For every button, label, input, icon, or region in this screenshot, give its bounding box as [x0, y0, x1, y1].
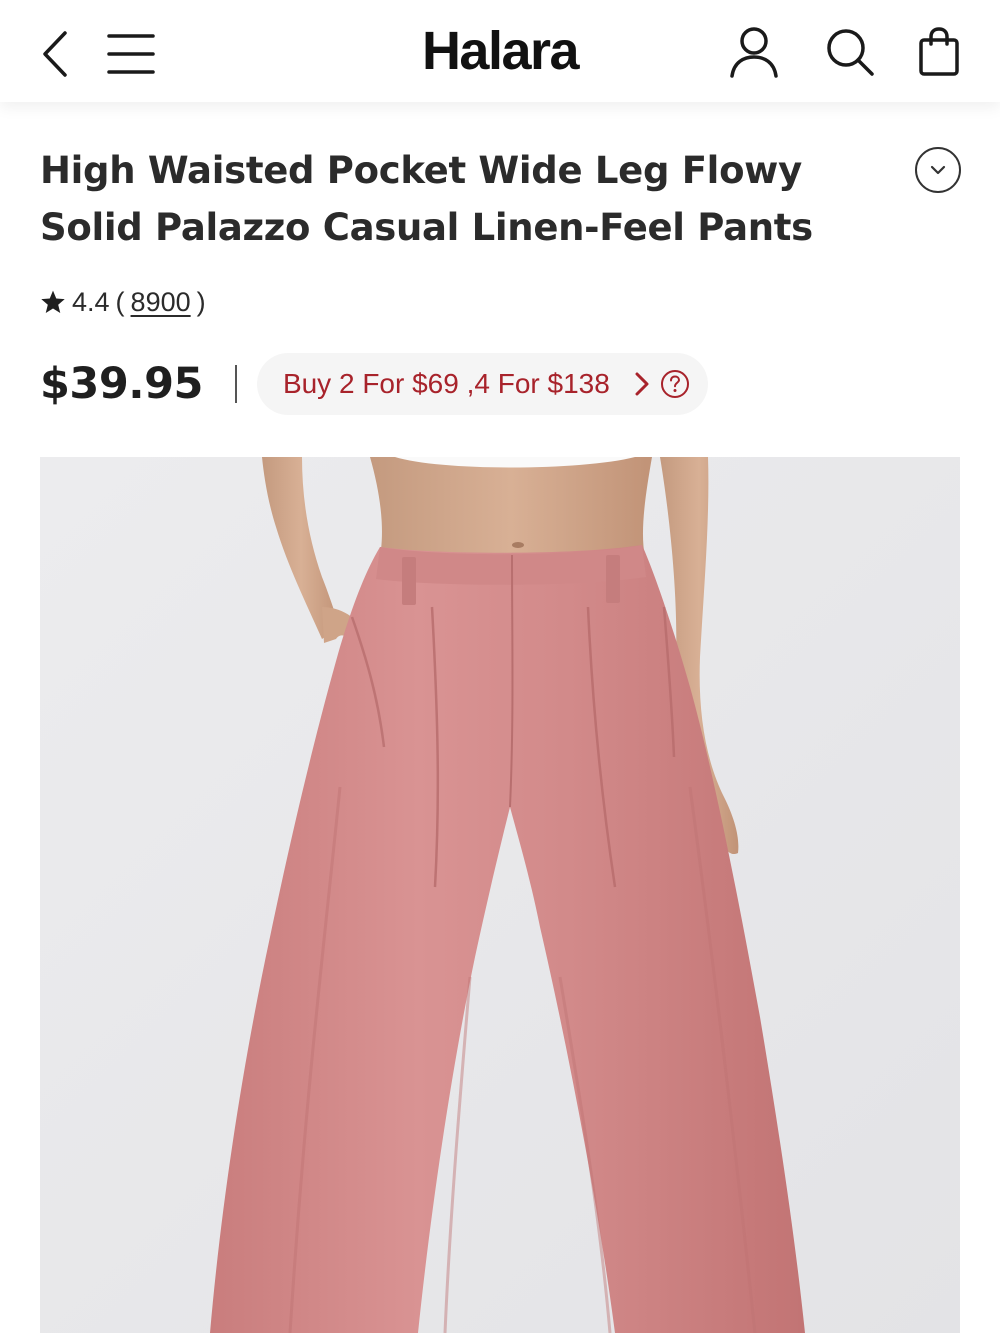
back-button[interactable]: [30, 24, 80, 84]
rating-value: 4.4: [72, 286, 110, 317]
top-nav-bar: Halara: [0, 0, 1000, 102]
cart-button[interactable]: [908, 20, 970, 84]
star-icon: [41, 290, 65, 314]
bundle-promo-button[interactable]: Buy 2 For $69 ,4 For $138: [256, 353, 708, 415]
price-divider: [234, 365, 237, 403]
rating-row: 4.4 ( 8900 ): [40, 282, 212, 322]
account-button[interactable]: [722, 20, 786, 84]
product-title: High Waisted Pocket Wide Leg Flowy Solid…: [40, 142, 870, 256]
search-button[interactable]: [818, 20, 882, 84]
product-price: $39.95: [40, 359, 203, 409]
search-icon: [827, 29, 874, 76]
chevron-down-icon: [930, 165, 946, 175]
product-title-line-2: Solid Palazzo Casual Linen-Feel Pants: [40, 206, 813, 249]
chevron-right-icon: [635, 372, 649, 396]
menu-button[interactable]: [100, 24, 162, 84]
help-icon[interactable]: [660, 369, 690, 399]
paren-close: ): [196, 286, 206, 317]
brand-logo[interactable]: Halara: [380, 18, 620, 84]
expand-title-button[interactable]: [915, 147, 961, 193]
menu-icon: [107, 34, 155, 74]
product-image[interactable]: [40, 457, 960, 1333]
chevron-left-icon: [43, 31, 67, 77]
review-count-link[interactable]: 8900: [131, 287, 191, 318]
product-title-line-1: High Waisted Pocket Wide Leg Flowy: [40, 149, 802, 192]
product-photo-illustration: [40, 457, 960, 1333]
user-icon: [730, 27, 778, 78]
price-row: $39.95 Buy 2 For $69 ,4 For $138: [40, 350, 708, 418]
shopping-bag-icon: [919, 27, 959, 76]
promo-text: Buy 2 For $69 ,4 For $138: [282, 368, 610, 399]
paren-open: (: [115, 286, 125, 317]
